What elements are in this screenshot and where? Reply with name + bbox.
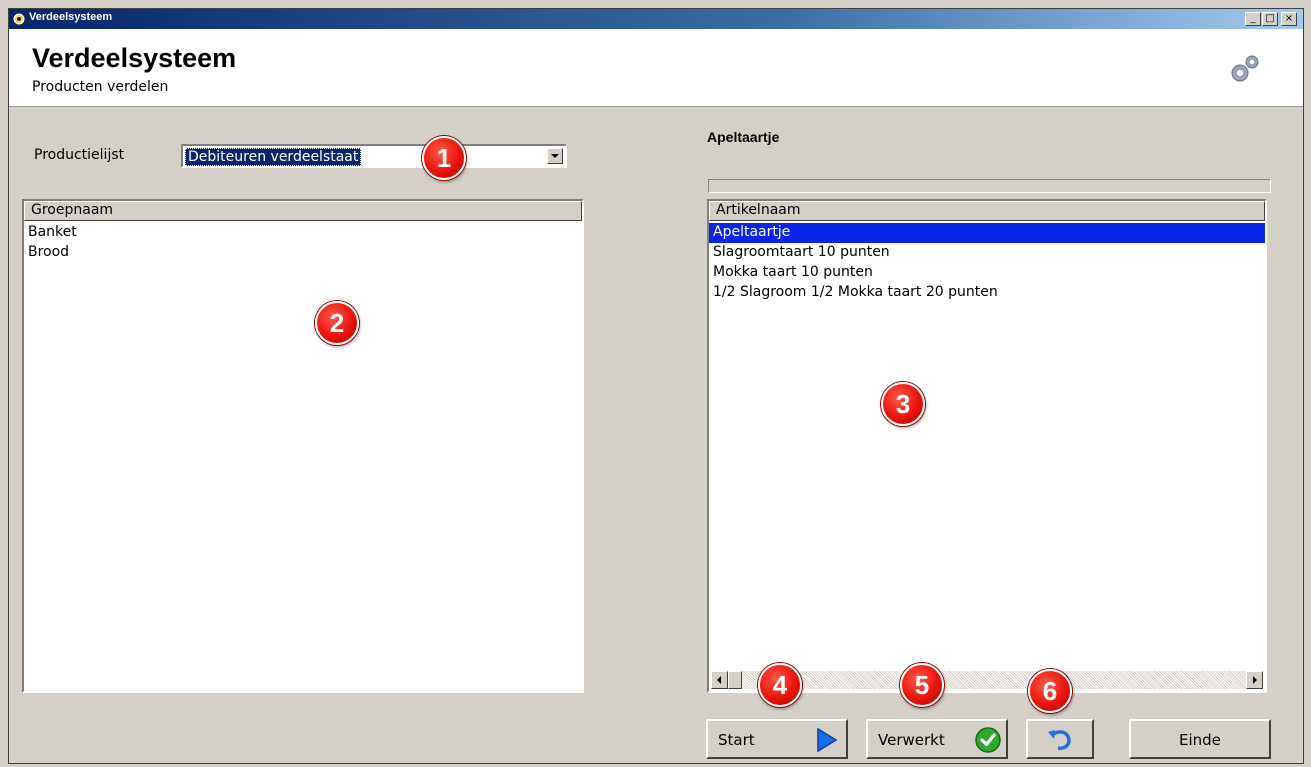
- current-item-label: Apeltaartje: [707, 129, 780, 145]
- scroll-right-button[interactable]: [1246, 671, 1263, 689]
- productielijst-dropdown[interactable]: Debiteuren verdeelstaat: [181, 144, 567, 168]
- callout-badge-1: 1: [422, 136, 466, 180]
- page-title: Verdeelsysteem: [32, 43, 237, 73]
- start-button-label: Start: [718, 731, 755, 749]
- callout-badge-2: 2: [315, 301, 359, 345]
- header-banner: Verdeelsysteem Producten verdelen: [9, 29, 1303, 107]
- window-title: Verdeelsysteem: [29, 11, 113, 23]
- callout-badge-4: 4: [758, 663, 802, 707]
- chevron-down-icon[interactable]: [547, 148, 563, 164]
- article-list-item[interactable]: 1/2 Slagroom 1/2 Mokka taart 20 punten: [709, 283, 1265, 303]
- articles-column-header[interactable]: Artikelnaam: [709, 201, 1265, 221]
- maximize-button[interactable]: □: [1262, 12, 1278, 26]
- verwerkt-button-label: Verwerkt: [878, 731, 945, 749]
- productielijst-value: Debiteuren verdeelstaat: [185, 148, 362, 166]
- scroll-left-button[interactable]: [711, 671, 728, 689]
- undo-icon: [1048, 730, 1071, 750]
- progress-bar: [708, 179, 1271, 193]
- group-list-item[interactable]: Brood: [24, 243, 582, 263]
- callout-badge-6: 6: [1028, 669, 1072, 713]
- scroll-thumb[interactable]: [728, 671, 742, 689]
- articles-list[interactable]: Artikelnaam Apeltaartje Slagroomtaart 10 …: [707, 199, 1267, 693]
- start-button[interactable]: Start: [706, 719, 848, 759]
- verwerkt-button[interactable]: Verwerkt: [866, 719, 1008, 759]
- einde-button[interactable]: Einde: [1129, 719, 1271, 759]
- article-list-item[interactable]: Slagroomtaart 10 punten: [709, 243, 1265, 263]
- checkmark-icon: [975, 727, 1001, 753]
- group-list-item[interactable]: Banket: [24, 223, 582, 243]
- undo-button[interactable]: [1026, 719, 1094, 759]
- play-arrow-icon: [817, 727, 838, 753]
- main-window: Verdeelsysteem _ □ × Verdeelsysteem Prod…: [8, 8, 1304, 764]
- article-list-item[interactable]: Apeltaartje: [709, 223, 1265, 243]
- gears-icon: [1231, 55, 1259, 82]
- productielijst-label: Productielijst: [34, 147, 125, 163]
- page-subtitle: Producten verdelen: [32, 79, 169, 95]
- title-bar[interactable]: Verdeelsysteem _ □ ×: [9, 9, 1303, 29]
- groups-list[interactable]: Groepnaam Banket Brood: [22, 199, 584, 693]
- callout-badge-3: 3: [881, 382, 925, 426]
- close-button[interactable]: ×: [1281, 12, 1297, 26]
- groups-column-header[interactable]: Groepnaam: [24, 201, 582, 221]
- callout-badge-5: 5: [900, 663, 944, 707]
- app-gear-icon: [13, 13, 25, 25]
- article-list-item[interactable]: Mokka taart 10 punten: [709, 263, 1265, 283]
- minimize-button[interactable]: _: [1245, 12, 1261, 26]
- einde-button-label: Einde: [1179, 731, 1221, 749]
